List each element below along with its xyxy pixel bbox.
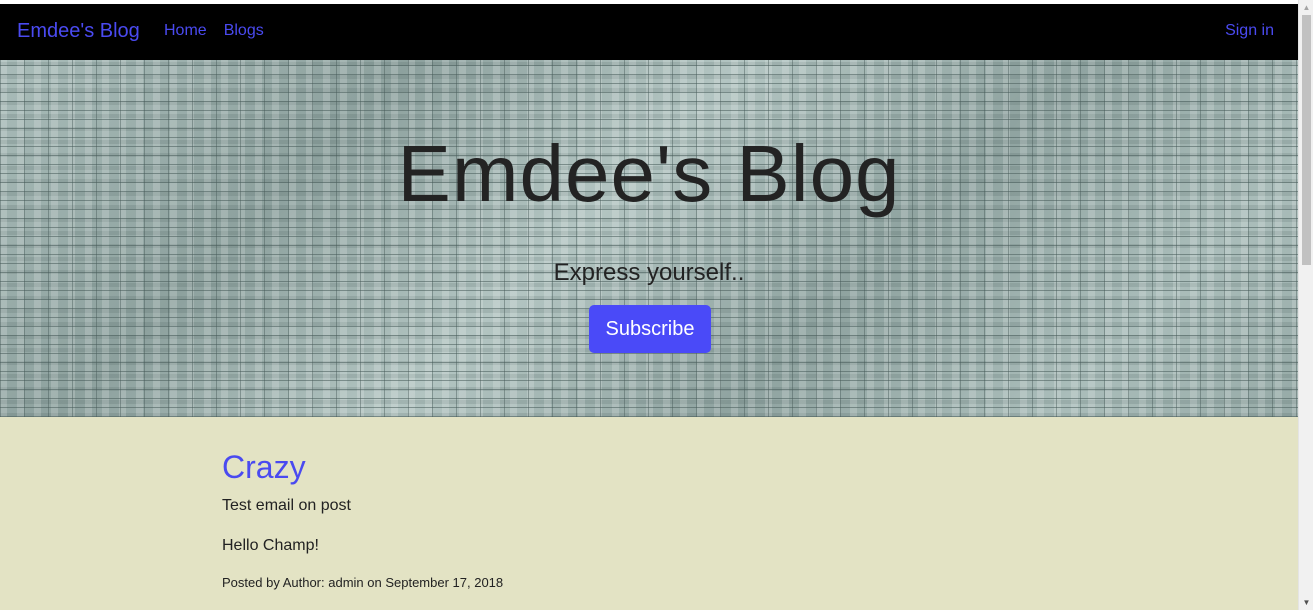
scrollbar-thumb[interactable] [1302,15,1311,265]
posts-section: Crazy Test email on post Hello Champ! Po… [0,417,1298,610]
post-summary: Test email on post [222,497,351,514]
hero-subtitle: Express yourself.. [553,259,745,286]
nav-link-home[interactable]: Home [164,21,207,40]
post-meta: Posted by Author: admin on September 17,… [222,575,504,590]
post-title-link[interactable]: Crazy [222,448,306,486]
hero-banner: Emdee's Blog Express yourself.. Subscrib… [0,60,1298,417]
post-body: Hello Champ! [222,537,319,554]
top-navbar: Emdee's Blog Home Blogs Sign in [0,4,1298,60]
nav-link-blogs[interactable]: Blogs [224,21,264,40]
page: Emdee's Blog Home Blogs Sign in Emdee's … [0,4,1298,610]
hero-title: Emdee's Blog [397,129,901,218]
brand-link[interactable]: Emdee's Blog [17,19,140,43]
vertical-scrollbar[interactable]: ▲ ▼ [1298,0,1313,610]
sign-in-link[interactable]: Sign in [1225,21,1274,40]
scroll-up-arrow-icon[interactable]: ▲ [1299,0,1313,15]
subscribe-button[interactable]: Subscribe [589,305,711,353]
scroll-down-arrow-icon[interactable]: ▼ [1299,595,1313,610]
nav-links: Home Blogs [164,21,264,40]
